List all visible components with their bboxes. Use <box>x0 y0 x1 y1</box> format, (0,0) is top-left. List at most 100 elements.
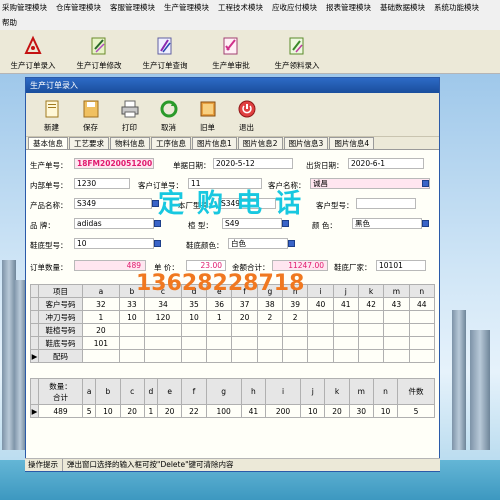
tab-image-info-2[interactable]: 图片信息2 <box>237 137 283 149</box>
table-row[interactable]: 冲刀号码 1 10 120 10 1 20 2 2 <box>30 310 436 324</box>
grid-cell[interactable] <box>408 310 436 324</box>
grid-cell[interactable] <box>357 336 385 350</box>
menu-item[interactable]: 应收应付模块 <box>272 2 317 13</box>
menu-item[interactable]: 工程技术模块 <box>218 2 263 13</box>
grid-cell[interactable]: 20 <box>82 323 120 337</box>
grid-cell[interactable]: 10 <box>372 404 399 418</box>
production-order-approve-button[interactable]: 生产单审批 <box>198 30 264 74</box>
menu-item[interactable]: 客服管理模块 <box>110 2 155 13</box>
grid-cell[interactable]: 41 <box>240 404 266 418</box>
grid-cell[interactable]: 43 <box>383 297 410 311</box>
grid-cell[interactable]: 37 <box>231 297 258 311</box>
grid-cell[interactable]: 39 <box>282 297 309 311</box>
pieces-cell[interactable]: 5 <box>397 404 435 418</box>
shoe-last-picker-icon[interactable] <box>154 240 161 247</box>
order-no-field[interactable]: 18FM20200512001 <box>74 158 154 169</box>
table-row[interactable]: ▶ 配码 <box>30 349 436 363</box>
menu-item[interactable]: 仓库管理模块 <box>56 2 101 13</box>
grid-cell[interactable] <box>180 336 208 350</box>
grid-cell[interactable]: 44 <box>408 297 436 311</box>
ship-date-field[interactable]: 2020-6-1 <box>348 158 424 169</box>
product-picker-icon[interactable] <box>152 200 159 207</box>
table-row[interactable]: ▶ 489 5 10 20 1 20 22 100 41 200 10 20 30 10 5 <box>30 404 435 418</box>
production-order-entry-button[interactable]: 生产订单录入 <box>0 30 66 74</box>
grid-cell[interactable]: 1 <box>143 404 159 418</box>
grid-cell[interactable] <box>332 310 359 324</box>
grid-cell[interactable] <box>383 310 410 324</box>
grid-cell[interactable] <box>383 349 410 363</box>
exit-button[interactable]: 退出 <box>227 93 266 136</box>
grid-cell[interactable] <box>357 310 385 324</box>
grid-cell[interactable] <box>144 323 182 337</box>
grid-cell[interactable] <box>231 323 258 337</box>
grid-cell[interactable]: 20 <box>324 404 350 418</box>
grid-cell[interactable]: 32 <box>82 297 120 311</box>
doc-date-field[interactable]: 2020-5-12 <box>213 158 293 169</box>
grid-cell[interactable]: 20 <box>231 310 258 324</box>
new-button[interactable]: 新建 <box>32 93 71 136</box>
color-picker-icon[interactable] <box>422 220 429 227</box>
table-row[interactable]: 鞋楦号码 20 <box>30 323 436 337</box>
menu-item-help[interactable]: 帮助 <box>2 17 17 28</box>
grid-cell[interactable] <box>256 323 284 337</box>
sole-color-picker-icon[interactable] <box>288 240 295 247</box>
grid-cell[interactable] <box>282 349 309 363</box>
tab-basic-info[interactable]: 基本信息 <box>28 137 68 149</box>
grid-cell[interactable] <box>332 336 359 350</box>
grid-cell[interactable]: 1 <box>206 310 233 324</box>
grid-cell[interactable] <box>332 323 359 337</box>
brand-field[interactable]: adidas <box>74 218 154 229</box>
grid-cell[interactable]: 33 <box>118 297 146 311</box>
grid-cell[interactable]: 5 <box>81 404 97 418</box>
grid-cell[interactable] <box>180 323 208 337</box>
menu-item[interactable]: 报表管理模块 <box>326 2 371 13</box>
factory-model-field[interactable]: S349 <box>218 198 276 209</box>
grid-cell[interactable] <box>180 349 208 363</box>
grid-cell[interactable] <box>231 349 258 363</box>
grid-cell[interactable]: 36 <box>206 297 233 311</box>
grid-cell[interactable]: 20 <box>119 404 145 418</box>
grid-cell[interactable]: 10 <box>95 404 121 418</box>
tab-image-info-1[interactable]: 图片信息1 <box>192 137 237 149</box>
grid-cell[interactable] <box>206 349 233 363</box>
amount-field[interactable]: 11247.00 <box>272 260 328 271</box>
grid-cell[interactable] <box>408 336 436 350</box>
table-row[interactable]: 鞋底号码 101 <box>30 336 436 350</box>
production-order-query-button[interactable]: 生产订单查询 <box>132 30 198 74</box>
grid-cell[interactable]: 2 <box>256 310 284 324</box>
grid-cell[interactable]: 41 <box>332 297 359 311</box>
cust-name-picker-icon[interactable] <box>422 180 429 187</box>
grid-cell[interactable]: 40 <box>307 297 334 311</box>
qty-total-cell[interactable]: 489 <box>38 404 83 418</box>
grid-cell[interactable] <box>307 323 334 337</box>
grid-cell[interactable] <box>118 323 146 337</box>
menu-item[interactable]: 生产管理模块 <box>164 2 209 13</box>
tab-image-info-3[interactable]: 图片信息3 <box>283 137 329 149</box>
save-button[interactable]: 保存 <box>71 93 110 136</box>
grid-cell[interactable]: 42 <box>357 297 385 311</box>
upper-picker-icon[interactable] <box>282 220 289 227</box>
price-field[interactable]: 23.00 <box>186 260 226 271</box>
menu-item[interactable]: 采购管理模块 <box>2 2 47 13</box>
grid-cell[interactable] <box>307 310 334 324</box>
grid-cell[interactable] <box>144 336 182 350</box>
grid-cell[interactable]: 101 <box>82 336 120 350</box>
grid-cell[interactable] <box>282 336 309 350</box>
grid-cell[interactable] <box>332 349 359 363</box>
grid-cell[interactable] <box>357 323 385 337</box>
grid-cell[interactable]: 20 <box>157 404 183 418</box>
grid-cell[interactable]: 200 <box>264 404 302 418</box>
grid-cell[interactable]: 10 <box>118 310 146 324</box>
production-material-entry-button[interactable]: 生产领料录入 <box>264 30 330 74</box>
grid-cell[interactable] <box>206 336 233 350</box>
cust-model-field[interactable] <box>356 198 416 209</box>
production-order-edit-button[interactable]: 生产订单修改 <box>66 30 132 74</box>
grid-cell[interactable] <box>383 336 410 350</box>
grid-cell[interactable]: 2 <box>282 310 309 324</box>
upper-field[interactable]: S49 <box>222 218 282 229</box>
grid-cell[interactable]: 1 <box>82 310 120 324</box>
grid-cell[interactable] <box>206 323 233 337</box>
grid-cell[interactable] <box>357 349 385 363</box>
grid-cell[interactable]: 100 <box>205 404 242 418</box>
tab-material-info[interactable]: 物料信息 <box>110 137 150 149</box>
